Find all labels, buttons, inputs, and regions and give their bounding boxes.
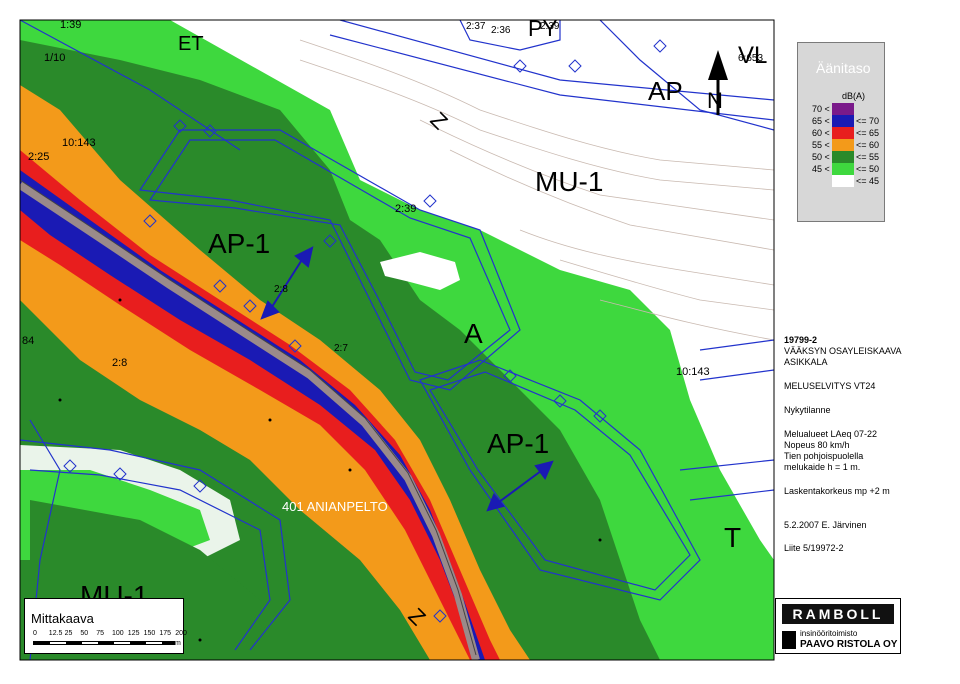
zone-label-et: ET [178, 33, 204, 55]
legend-row: 55 < <= 60 [798, 139, 886, 151]
scale-tick-label: 200 [175, 630, 187, 637]
parcel-label: 2:8 [274, 284, 288, 295]
metric-line: Melualueet LAeq 07-22 [784, 429, 878, 439]
north-label: N [707, 88, 723, 113]
zone-label-ap1-right: AP-1 [487, 428, 550, 459]
appendix-label: Liite 5/19972-2 [784, 543, 844, 553]
zone-label-t: T [724, 522, 742, 553]
legend-row: 70 < [798, 103, 886, 115]
legend-unit: dB(A) [842, 91, 866, 101]
parcel-label: 2:8 [112, 357, 128, 369]
legend-row: 45 < <= 50 [798, 163, 886, 175]
scale-tick-label: 150 [143, 630, 156, 637]
legend-row: 50 < <= 55 [798, 151, 886, 163]
legend-swatch [832, 151, 854, 163]
legend-swatch [832, 175, 854, 187]
legend-title: Äänitaso [816, 60, 871, 76]
barrier-height-line: melukaide h = 1 m. [784, 462, 861, 472]
parcel-label: 10:143 [62, 137, 96, 149]
legend-low: 70 < [812, 104, 830, 114]
company-logo: RAMBOLL insinööritoimisto PAAVO RISTOLA … [775, 598, 901, 654]
scale-tick-label: 175 [159, 630, 172, 637]
legend-swatch [832, 139, 854, 151]
parcel-label: 2:25 [28, 151, 50, 163]
legend-swatch [832, 115, 854, 127]
project-municipality: ASIKKALA [784, 357, 828, 367]
legend-low: 50 < [812, 152, 830, 162]
logo-wordmark: RAMBOLL [782, 604, 894, 624]
zone-label-ap: AP [648, 76, 683, 106]
scale-tick-label: 125 [127, 630, 140, 637]
scale-unit: m [175, 640, 181, 647]
scale-tick-label: 100 [112, 630, 124, 637]
project-title: VÄÄKSYN OSAYLEISKAAVA [784, 346, 902, 356]
road-name-label: 401 ANIANPELTO [282, 499, 388, 514]
legend-high: <= 45 [856, 176, 880, 186]
calc-height-line: Laskentakorkeus mp +2 m [784, 486, 890, 496]
scale-tick-label: 50 [80, 630, 89, 637]
speed-line: Nopeus 80 km/h [784, 440, 850, 450]
noise-legend: Äänitaso dB(A) 70 <65 < <= 70 60 < <= 65 55 … [797, 42, 885, 222]
date-author: 5.2.2007 E. Järvinen [784, 520, 867, 530]
legend-row: 65 < <= 70 [798, 115, 886, 127]
scale-tick-label: 75 [96, 630, 104, 637]
legend-swatch [832, 103, 854, 115]
zone-label-ap1-left: AP-1 [208, 228, 271, 259]
parcel-label: 2:39 [395, 203, 417, 215]
scale-title: Mittakaava [31, 611, 94, 626]
legend-high: <= 50 [856, 164, 880, 174]
zone-label-a: A [464, 318, 483, 349]
scale-graphic [33, 641, 175, 645]
study-name: MELUSELVITYS VT24 [784, 381, 876, 391]
legend-low: 55 < [812, 140, 830, 150]
scale-tick-label: 25 [64, 630, 73, 637]
legend-high: <= 60 [856, 140, 880, 150]
legend-low: 65 < [812, 116, 830, 126]
parcel-label: 2:36 [491, 25, 511, 36]
scale-tick-label: 12.5 [48, 630, 63, 637]
legend-high: <= 65 [856, 128, 880, 138]
parcel-label: 1/10 [44, 52, 66, 64]
parcel-label: 84 [22, 335, 35, 347]
legend-high: <= 55 [856, 152, 880, 162]
barrier-side-line: Tien pohjoispuolella [784, 451, 864, 461]
situation-label: Nykytilanne [784, 405, 831, 415]
parcel-label: 6:653 [738, 53, 764, 64]
legend-swatch [832, 163, 854, 175]
parcel-label: 2:39 [540, 21, 560, 32]
legend-row: 60 < <= 65 [798, 127, 886, 139]
parcel-label: 1:39 [60, 19, 82, 31]
parcel-label: 2:7 [334, 343, 348, 354]
scale-tick-label: 0 [33, 630, 37, 637]
legend-low: 45 < [812, 164, 830, 174]
legend-swatch [832, 127, 854, 139]
logo-sub1: insinööritoimisto [800, 629, 858, 638]
parcel-label: 2:37 [466, 21, 486, 32]
legend-high: <= 70 [856, 116, 880, 126]
zone-label-mu1-top: MU-1 [535, 166, 604, 197]
logo-sub2: PAAVO RISTOLA OY [800, 639, 898, 650]
parcel-label: 10:143 [676, 366, 710, 378]
legend-row: <= 45 [798, 175, 886, 187]
logo-mark-icon [782, 631, 796, 649]
project-code: 19799-2 [784, 335, 818, 345]
legend-low: 60 < [812, 128, 830, 138]
scale-bar: Mittakaava 0 12.5 25 50 75 100 125 150 175 200 m [24, 598, 187, 654]
